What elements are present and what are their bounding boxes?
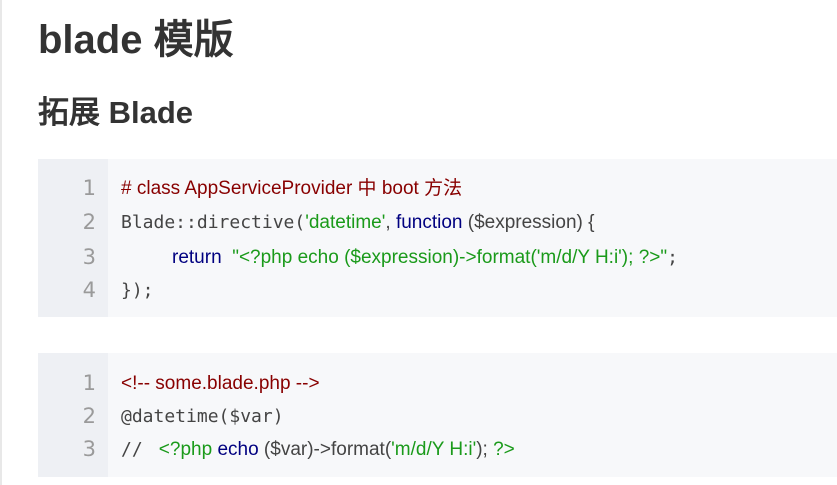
line-number: 1 bbox=[82, 371, 96, 395]
code-text: # class AppServiceProvider 中 boot 方法 bbox=[121, 172, 462, 205]
code-punct: ; bbox=[667, 247, 678, 268]
code-punct: ); bbox=[476, 439, 494, 460]
code-line: 1 <!-- some.blade.php --> bbox=[38, 367, 837, 400]
line-number: 3 bbox=[82, 437, 96, 461]
code-text: <!-- some.blade.php --> bbox=[121, 367, 320, 400]
code-comment: # class AppServiceProvider 中 boot 方法 bbox=[121, 178, 463, 199]
code-params: ($expression) { bbox=[462, 212, 595, 233]
line-number: 4 bbox=[82, 278, 96, 302]
code-call: Blade::directive( bbox=[121, 212, 306, 233]
code-text: }); bbox=[121, 274, 154, 307]
page-title: blade 模版 bbox=[38, 18, 234, 62]
left-border bbox=[0, 0, 2, 485]
line-number: 2 bbox=[82, 210, 96, 234]
code-php-close-tag: ?> bbox=[493, 439, 515, 460]
code-block-2: 1 <!-- some.blade.php --> 2 @datetime($v… bbox=[38, 353, 837, 477]
code-comment-slashes: // bbox=[121, 439, 154, 460]
code-text: // <?php echo ($var)->format('m/d/Y H:i'… bbox=[121, 433, 515, 466]
code-text: @datetime($var) bbox=[121, 400, 284, 433]
code-string: "<?php echo ($expression)->format('m/d/Y… bbox=[232, 247, 668, 268]
code-line: 2 @datetime($var) bbox=[38, 400, 837, 433]
code-directive: @datetime($var) bbox=[121, 406, 284, 427]
line-number: 3 bbox=[82, 245, 96, 269]
line-number: 2 bbox=[82, 404, 96, 428]
code-string: 'datetime' bbox=[305, 212, 386, 233]
code-comment: <!-- some.blade.php --> bbox=[121, 373, 320, 394]
code-line: 3 return "<?php echo ($expression)->form… bbox=[38, 241, 837, 274]
section-title: 拓展 Blade bbox=[38, 95, 194, 130]
code-line: 2 Blade::directive('datetime', function … bbox=[38, 206, 837, 239]
code-block-1: 1 # class AppServiceProvider 中 boot 方法 2… bbox=[38, 159, 837, 317]
code-expression: ($var)->format( bbox=[258, 439, 392, 460]
code-text: return "<?php echo ($expression)->format… bbox=[172, 241, 678, 274]
code-line: 1 # class AppServiceProvider 中 boot 方法 bbox=[38, 172, 837, 205]
code-line: 4 }); bbox=[38, 274, 837, 307]
code-string: 'm/d/Y H:i' bbox=[391, 439, 477, 460]
code-line: 3 // <?php echo ($var)->format('m/d/Y H:… bbox=[38, 433, 837, 466]
code-keyword: return bbox=[172, 247, 222, 268]
code-keyword: function bbox=[395, 212, 463, 233]
code-php-open-tag: <?php bbox=[158, 439, 213, 460]
code-text: Blade::directive('datetime', function ($… bbox=[121, 206, 595, 239]
code-close: }); bbox=[121, 280, 154, 301]
code-keyword: echo bbox=[217, 439, 259, 460]
line-number: 1 bbox=[82, 176, 96, 200]
code-punct: , bbox=[385, 212, 396, 233]
